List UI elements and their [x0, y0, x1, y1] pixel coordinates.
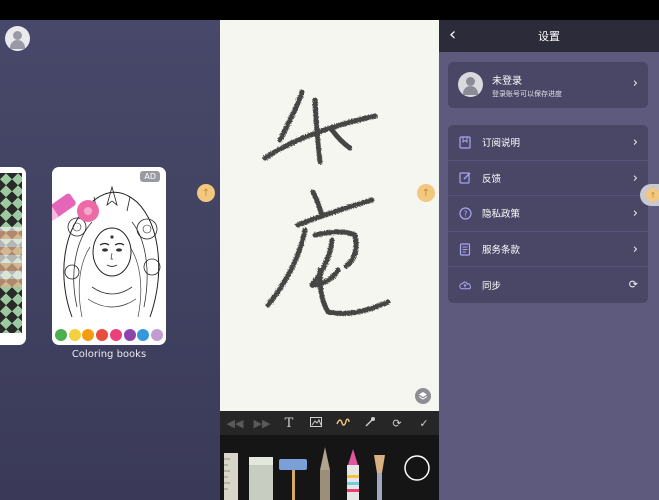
book-card-previous[interactable]: [0, 167, 26, 345]
chevron-right-icon: ›: [632, 170, 638, 186]
settings-panel: ‹ 设置 未登录 登录账号可以保存进度 › 订阅说明 › 反馈 › ? 隐私政策…: [439, 20, 659, 500]
redo-icon[interactable]: ▶▶: [253, 417, 271, 430]
undo-icon[interactable]: ◀◀: [226, 417, 244, 430]
color-swatch[interactable]: [123, 329, 136, 341]
book-carousel[interactable]: AD Coloring books ↑: [0, 20, 220, 500]
svg-text:?: ?: [463, 209, 467, 218]
color-swatch[interactable]: [109, 329, 122, 341]
drawing-canvas[interactable]: ◀◀ ▶▶ T ⟳ ✓ ↑: [220, 20, 439, 500]
eyedropper-icon[interactable]: [361, 416, 379, 431]
back-chevron-icon[interactable]: ‹: [449, 26, 456, 44]
color-swatch[interactable]: [54, 329, 67, 341]
layers-icon[interactable]: [415, 388, 431, 404]
document-icon: [458, 242, 472, 256]
color-picker-button[interactable]: [404, 455, 430, 481]
user-avatar-icon[interactable]: [5, 26, 30, 51]
chevron-right-icon: ›: [632, 206, 638, 222]
chevron-right-icon: ›: [632, 135, 638, 150]
check-icon[interactable]: ✓: [415, 417, 433, 430]
menu-item-terms[interactable]: 服务条款 ›: [448, 232, 648, 268]
bookmark-icon: [458, 135, 472, 149]
coloring-thumbnail: [52, 185, 161, 318]
cloud-icon: [458, 278, 472, 292]
help-icon: ?: [458, 206, 472, 220]
side-handle[interactable]: ↑: [640, 184, 659, 206]
chevron-right-icon: ›: [632, 76, 638, 91]
settings-menu: 订阅说明 › 反馈 › ? 隐私政策 › 服务条款 › 同步 ⟳: [448, 125, 648, 303]
roller-tool[interactable]: [279, 459, 307, 500]
color-swatch[interactable]: [151, 329, 164, 341]
eraser-tool[interactable]: [249, 457, 273, 500]
menu-item-feedback[interactable]: 反馈 ›: [448, 161, 648, 197]
gold-coin-icon[interactable]: ↑: [197, 184, 215, 202]
brush-icon[interactable]: [334, 417, 352, 430]
settings-header: ‹ 设置: [439, 20, 659, 52]
book-caption: Coloring books: [71, 349, 147, 360]
rotate-icon[interactable]: ⟳: [388, 417, 406, 430]
text-icon[interactable]: T: [280, 416, 298, 431]
tool-tray: [220, 435, 439, 500]
canvas-toolbar: ◀◀ ▶▶ T ⟳ ✓: [220, 411, 439, 435]
color-swatch[interactable]: [68, 329, 81, 341]
page-title: 设置: [538, 30, 560, 43]
gold-coin-icon[interactable]: ↑: [417, 184, 435, 202]
color-swatch[interactable]: [96, 329, 109, 341]
book-card-coloring[interactable]: AD: [52, 167, 166, 345]
login-hint: 登录账号可以保存进度: [492, 90, 562, 98]
edit-icon: [458, 171, 472, 185]
pencil-tool[interactable]: [320, 447, 330, 500]
color-swatch[interactable]: [82, 329, 95, 341]
menu-item-sync[interactable]: 同步 ⟳: [448, 267, 648, 303]
status-bar: [0, 0, 659, 20]
ruler-tool[interactable]: [224, 453, 238, 500]
login-status: 未登录: [492, 76, 522, 87]
chevron-right-icon: ›: [632, 241, 638, 257]
menu-item-subscription[interactable]: 订阅说明 ›: [448, 125, 648, 161]
color-swatches: [52, 329, 166, 341]
paintbrush-tool[interactable]: [374, 455, 385, 500]
ad-badge: AD: [140, 171, 160, 182]
handwriting-strokes: [262, 89, 391, 317]
color-swatch[interactable]: [137, 329, 150, 341]
sync-icon[interactable]: ⟳: [629, 278, 638, 291]
menu-item-privacy[interactable]: ? 隐私政策 ›: [448, 196, 648, 232]
avatar: [458, 72, 483, 97]
crayon-tool[interactable]: [347, 449, 359, 500]
image-icon[interactable]: [307, 416, 325, 430]
login-card[interactable]: 未登录 登录账号可以保存进度 ›: [448, 62, 648, 108]
